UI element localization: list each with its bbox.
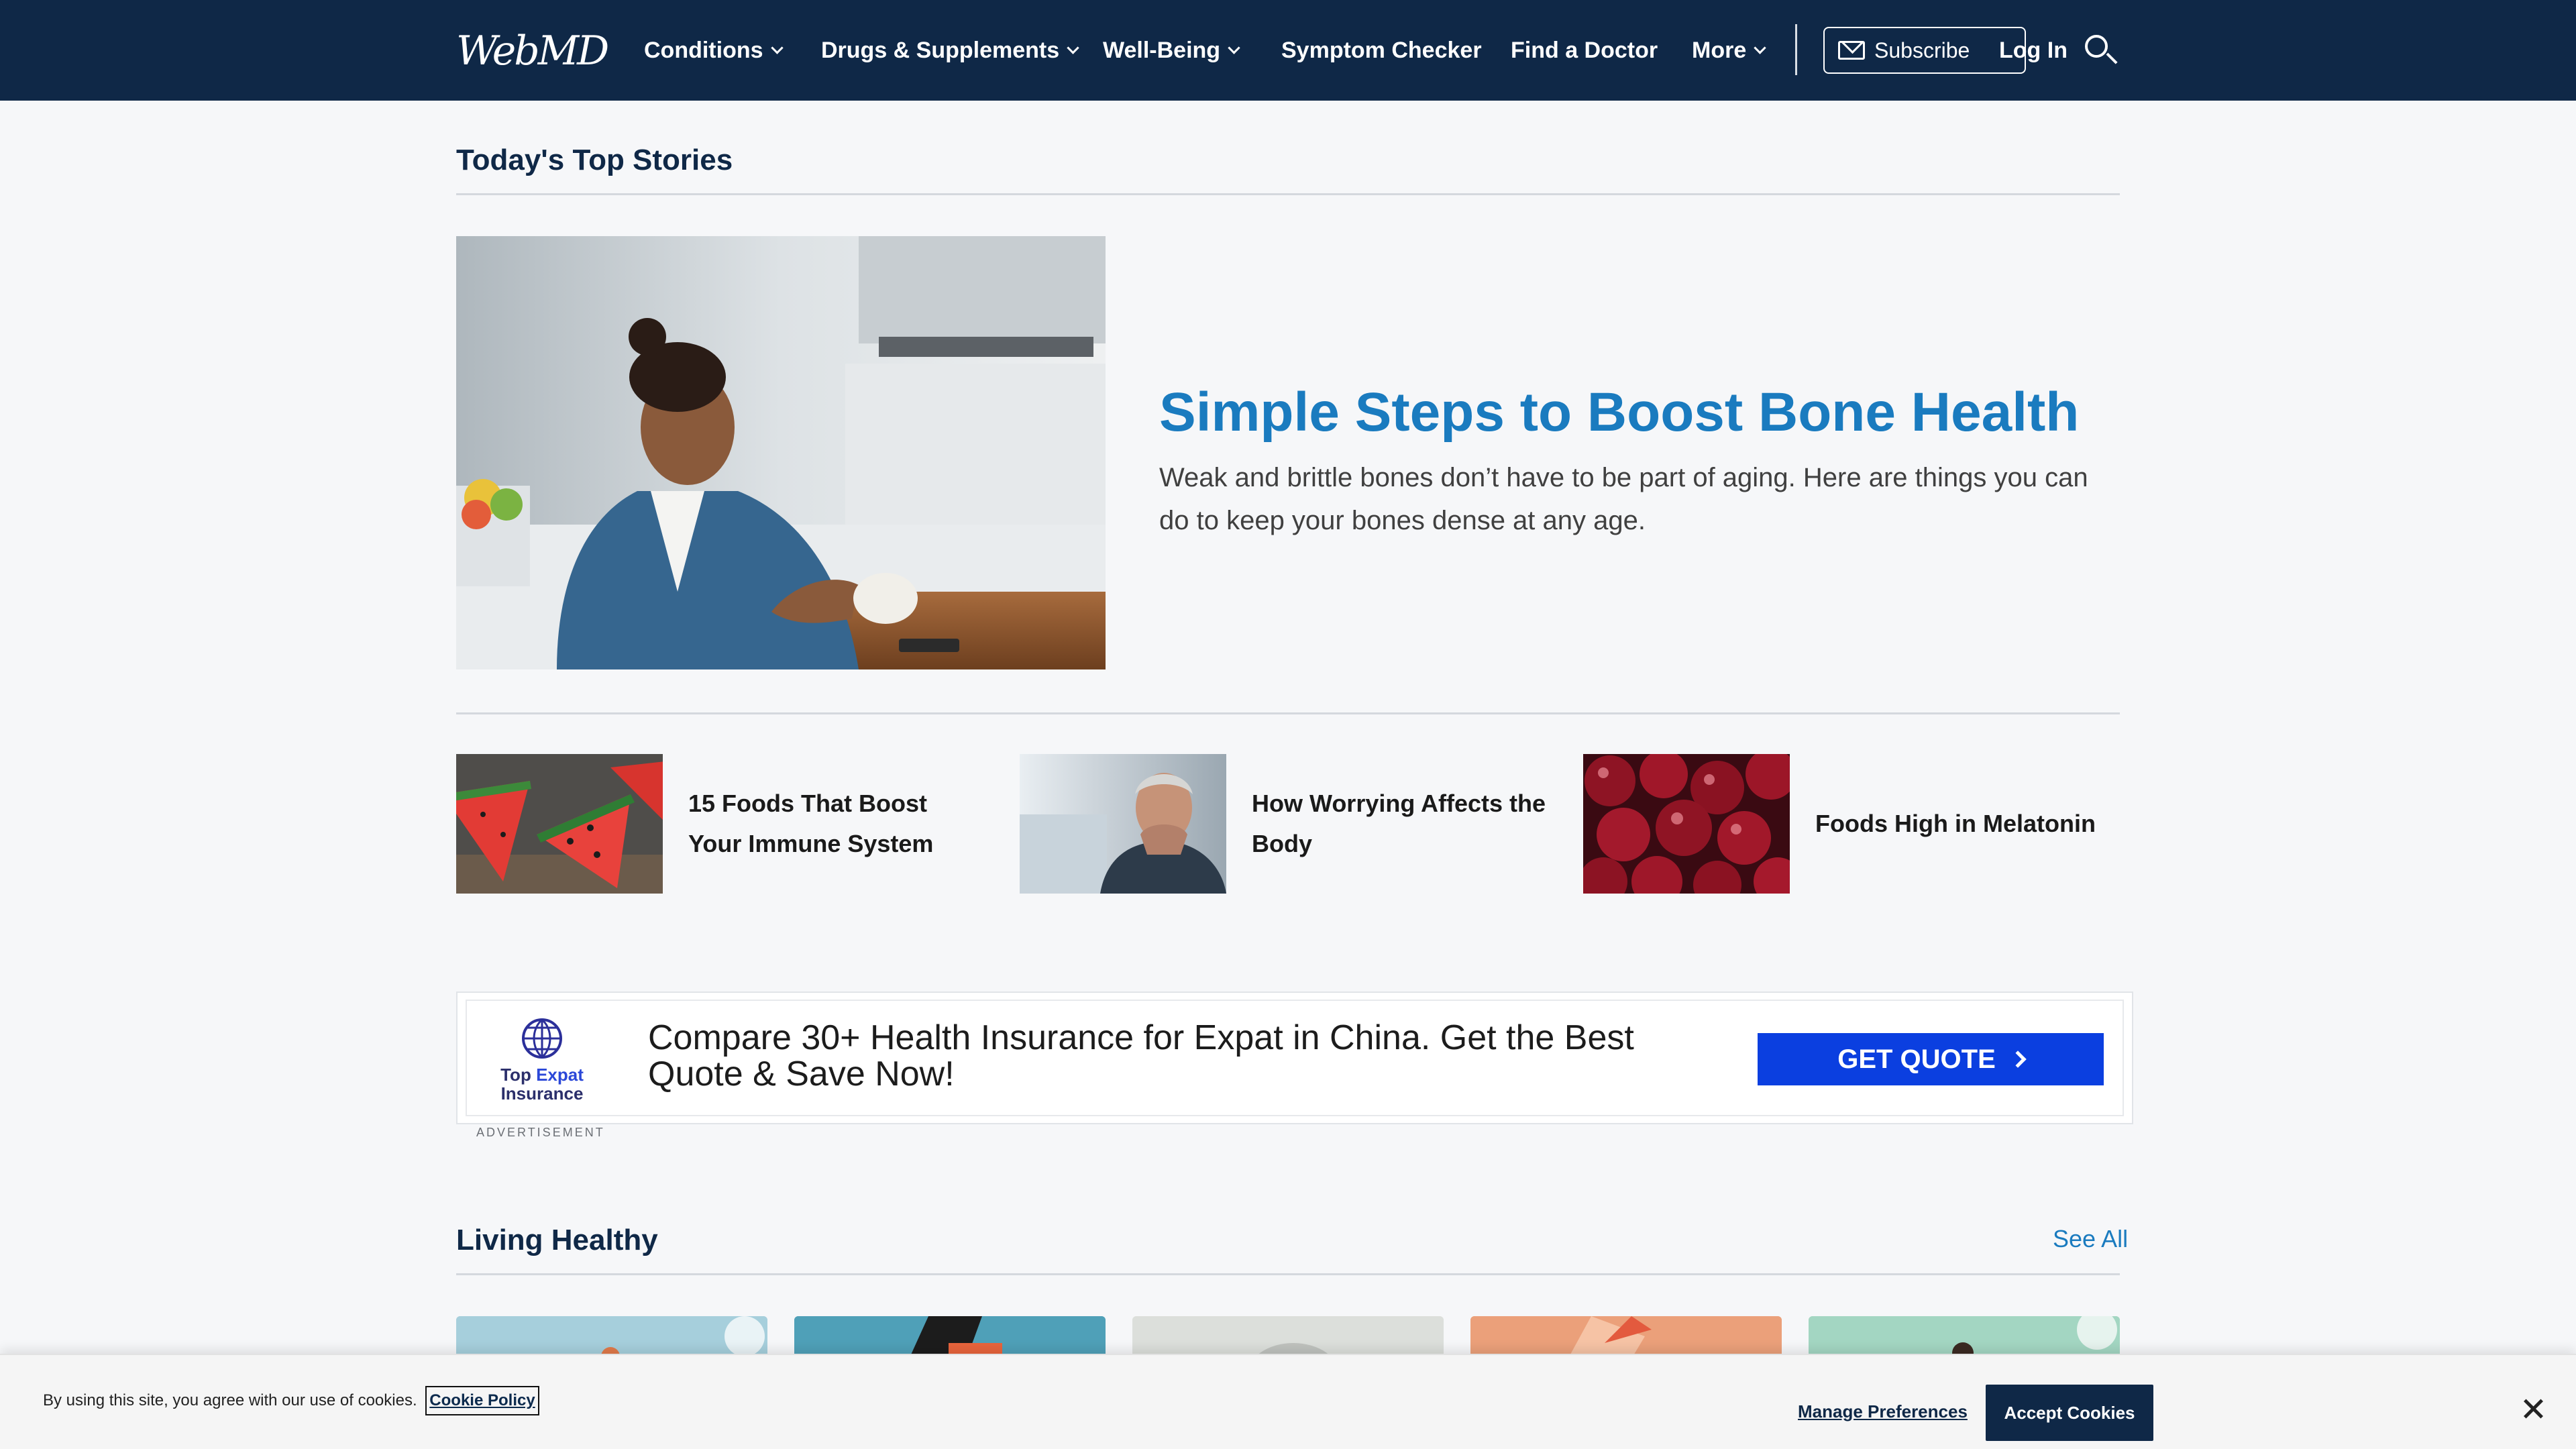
ad-brand-name: Top Expat Insurance — [495, 1065, 589, 1103]
section-divider — [456, 193, 2120, 195]
login-link[interactable]: Log In — [1999, 34, 2068, 67]
nav-more-label: More — [1692, 38, 1747, 63]
chevron-down-icon — [1067, 41, 1079, 54]
section-divider — [456, 712, 2120, 714]
ad-brand-logo[interactable]: Top Expat Insurance — [495, 1017, 589, 1104]
nav-drugs-supplements[interactable]: Drugs & Supplements — [821, 34, 1079, 67]
search-icon[interactable] — [2084, 34, 2118, 67]
nav-find-a-doctor[interactable]: Find a Doctor — [1511, 34, 1658, 67]
nav-conditions-label: Conditions — [644, 38, 763, 63]
nav-drugs-supplements-label: Drugs & Supplements — [821, 38, 1060, 63]
nav-divider — [1795, 24, 1797, 75]
chevron-down-icon — [770, 41, 784, 54]
living-healthy-heading: Living Healthy — [456, 1224, 658, 1256]
cookie-consent-banner: By using this site, you agree with our u… — [0, 1354, 2576, 1449]
ad-headline[interactable]: Compare 30+ Health Insurance for Expat i… — [648, 1020, 1721, 1092]
top-navigation-bar: WebMD Conditions Drugs & Supplements Wel… — [0, 0, 2576, 101]
story-title[interactable]: 15 Foods That Boost Your Immune System — [688, 754, 983, 894]
chevron-right-icon — [2009, 1051, 2027, 1068]
worried-man-thumbnail[interactable] — [1020, 754, 1226, 894]
hero-description: Weak and brittle bones don’t have to be … — [1159, 463, 2088, 535]
hero-headline[interactable]: Simple Steps to Boost Bone Health — [1159, 377, 2112, 448]
nav-conditions[interactable]: Conditions — [644, 34, 784, 67]
section-divider — [456, 1273, 2120, 1275]
brand-expat: Expat — [536, 1065, 584, 1085]
brand-top: Top — [500, 1065, 531, 1085]
nav-well-being[interactable]: Well-Being — [1103, 34, 1240, 67]
nav-more[interactable]: More — [1692, 34, 1766, 67]
advertisement-label: ADVERTISEMENT — [476, 1126, 605, 1139]
get-quote-label: GET QUOTE — [1837, 1044, 1996, 1074]
nav-well-being-label: Well-Being — [1103, 38, 1221, 63]
close-icon[interactable] — [2521, 1397, 2545, 1421]
cherries-thumbnail[interactable] — [1583, 754, 1790, 894]
accept-cookies-button[interactable]: Accept Cookies — [1986, 1385, 2153, 1441]
top-stories-heading: Today's Top Stories — [456, 144, 733, 176]
hero-image[interactable] — [456, 236, 1106, 669]
mail-icon — [1838, 41, 1865, 60]
ad-content: Top Expat Insurance Compare 30+ Health I… — [466, 1000, 2124, 1116]
manage-preferences-link[interactable]: Manage Preferences — [1798, 1398, 1968, 1425]
subscribe-label: Subscribe — [1874, 38, 1970, 62]
globe-icon — [518, 1017, 566, 1060]
nav-symptom-checker-label: Symptom Checker — [1281, 38, 1482, 63]
see-all-link[interactable]: See All — [2053, 1222, 2128, 1256]
chevron-down-icon — [1228, 41, 1240, 54]
watermelon-thumbnail[interactable] — [456, 754, 663, 894]
webmd-logo[interactable]: WebMD — [456, 30, 609, 72]
chevron-down-icon — [1754, 41, 1766, 54]
get-quote-button[interactable]: GET QUOTE — [1758, 1033, 2104, 1085]
cookie-notice: By using this site, you agree with our u… — [43, 1386, 539, 1415]
cookie-policy-link[interactable]: Cookie Policy — [425, 1386, 539, 1415]
subscribe-button[interactable]: Subscribe — [1823, 27, 2026, 74]
advertisement-banner[interactable]: Top Expat Insurance Compare 30+ Health I… — [456, 991, 2133, 1124]
brand-insurance: Insurance — [500, 1083, 584, 1104]
story-title[interactable]: How Worrying Affects the Body — [1252, 754, 1547, 894]
nav-find-a-doctor-label: Find a Doctor — [1511, 38, 1658, 63]
nav-symptom-checker[interactable]: Symptom Checker — [1281, 34, 1482, 67]
cookie-notice-text: By using this site, you agree with our u… — [43, 1391, 417, 1409]
story-title[interactable]: Foods High in Melatonin — [1815, 754, 2110, 894]
